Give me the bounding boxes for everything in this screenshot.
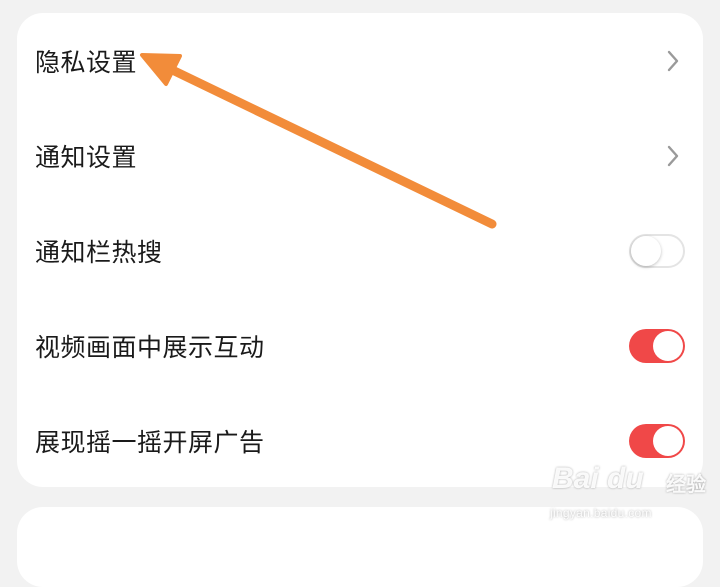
shake-ad-toggle[interactable] — [629, 423, 685, 458]
watermark-sub: 经验 — [666, 472, 706, 496]
trending-toggle[interactable] — [629, 233, 685, 268]
watermark-logo: Bai du — [552, 462, 644, 495]
settings-row-video-interaction: 视频画面中展示互动 — [17, 298, 703, 393]
settings-row-label: 展现摇一摇开屏广告 — [35, 427, 265, 457]
settings-row-notifications[interactable]: 通知设置 — [17, 108, 703, 203]
toggle-knob — [631, 235, 661, 266]
settings-card: 隐私设置 通知设置 通知栏热搜 视频画面中展示互动 展现摇一摇开屏广告 — [17, 13, 703, 487]
settings-row-trending-in-notification-bar: 通知栏热搜 — [17, 203, 703, 298]
settings-row-label: 隐私设置 — [35, 47, 138, 77]
settings-row-privacy[interactable]: 隐私设置 — [17, 13, 703, 108]
watermark-url: jingyan.baidu.com — [550, 506, 652, 520]
settings-row-label: 通知栏热搜 — [35, 237, 163, 267]
settings-row-label: 通知设置 — [35, 142, 138, 172]
toggle-knob — [653, 425, 683, 456]
chevron-right-icon — [667, 50, 679, 71]
toggle-knob — [653, 330, 683, 361]
video-interaction-toggle[interactable] — [629, 328, 685, 363]
settings-row-label: 视频画面中展示互动 — [35, 332, 265, 362]
chevron-right-icon — [667, 145, 679, 166]
baidu-jingyan-watermark: Bai du 经验 jingyan.baidu.com — [548, 462, 708, 524]
